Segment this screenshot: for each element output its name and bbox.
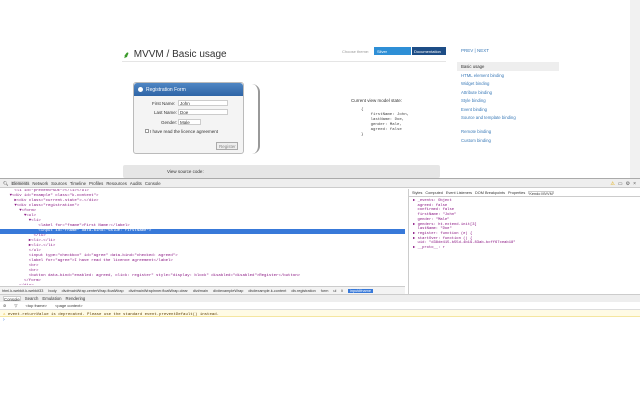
sidebar-tab[interactable]: Kendo MVVM: [528, 191, 554, 196]
sidebar-item[interactable]: Basic usage: [457, 62, 559, 71]
clear-icon[interactable]: ⊘: [3, 303, 6, 308]
next-link[interactable]: NEXT: [477, 48, 489, 53]
tab-sources[interactable]: Sources: [51, 181, 67, 186]
breadcrumb-item[interactable]: li: [341, 289, 343, 293]
search-icon[interactable]: 🔍︎: [3, 181, 8, 186]
state-label: Current view model state:: [351, 98, 403, 103]
nav-separator: |: [474, 48, 476, 53]
register-button[interactable]: Register: [216, 142, 238, 150]
agree-label: I have read the licence agreement: [150, 129, 219, 134]
breadcrumb-item[interactable]: div#exampleWrap: [213, 289, 243, 293]
console-warning: ⚠ event.returnValue is deprecated. Pleas…: [0, 310, 640, 317]
dom-node[interactable]: </div>: [0, 284, 405, 285]
breadcrumb-item[interactable]: body: [48, 289, 56, 293]
devtools-toolbar-icons: ⚠ ▭ ⚙ ×: [610, 181, 636, 187]
tab-network[interactable]: Network: [32, 181, 48, 186]
breadcrumb-item[interactable]: input#fname: [348, 288, 373, 293]
form-header: Registration Form: [134, 83, 243, 96]
page-scrollbar[interactable]: [630, 0, 640, 178]
gender-select[interactable]: Male: [178, 119, 201, 125]
devtools-tabs: 🔍︎ Elements Network Sources Timeline Profiles…: [0, 179, 640, 188]
view-source-bar[interactable]: View source code:: [123, 165, 440, 178]
filter-icon[interactable]: ▽: [14, 303, 17, 308]
drawer-tab-search[interactable]: Search: [25, 296, 39, 301]
sidebar-item[interactable]: Remote binding: [457, 127, 559, 136]
page-title-text: MVVM / Basic usage: [133, 49, 227, 60]
console-toolbar: ⊘ ▽ <top frame> <page context>: [0, 302, 640, 310]
devtools: 🔍︎ Elements Network Sources Timeline Profiles…: [0, 178, 640, 400]
sidebar-tab[interactable]: Styles: [412, 191, 422, 195]
breadcrumb: html.k-webkit.k-webkit33 body div#mainWrap…: [0, 286, 405, 294]
tab-console[interactable]: Console: [145, 181, 161, 186]
gender-label: Gender:: [161, 120, 178, 125]
sidebar-tab[interactable]: Computed: [425, 191, 443, 195]
theme-label: Choose theme:: [342, 49, 370, 54]
tab-resources[interactable]: Resources: [106, 181, 127, 186]
breadcrumb-item[interactable]: ul: [333, 289, 336, 293]
elements-tree: <li id="preventPSDE"></li></ul> ▼<div id…: [0, 189, 405, 285]
warning-icon[interactable]: ⚠: [610, 181, 614, 187]
form-icon: [138, 87, 143, 92]
drawer-tab-console[interactable]: Console: [3, 296, 21, 302]
breadcrumb-item[interactable]: div.registration: [291, 289, 315, 293]
sidebar-item[interactable]: Style binding: [457, 96, 559, 105]
sidebar-item[interactable]: Source and template binding: [457, 113, 559, 127]
prev-link[interactable]: PREV: [461, 48, 473, 53]
drawer-tabs: Console Search Emulation Rendering: [0, 294, 640, 302]
frame-select[interactable]: <top frame>: [25, 303, 47, 308]
breadcrumb-item[interactable]: html.k-webkit.k-webkit33: [2, 289, 43, 293]
state-view: { firstName: John, lastName: Doe, gender…: [361, 108, 410, 137]
warning-text: event.returnValue is deprecated. Please …: [7, 313, 220, 317]
tab-profiles[interactable]: Profiles: [89, 181, 103, 186]
console-prompt[interactable]: ›: [3, 317, 5, 323]
web-page: ⸙ MVVM / Basic usage Choose theme: Silver…: [0, 0, 640, 178]
context-select[interactable]: <page context>: [55, 303, 175, 308]
first-name-input[interactable]: John: [178, 100, 228, 106]
breadcrumb-item[interactable]: div#example.k-content: [248, 289, 286, 293]
breadcrumb-item[interactable]: div#mainWrapInner.floatWrap.clear: [129, 289, 188, 293]
last-name-label: Last Name:: [154, 110, 178, 115]
sidebar-item[interactable]: HTML element binding: [457, 71, 559, 80]
kendo-mvvm-properties: ▶ _events: Object agreed: false confirme…: [413, 199, 516, 251]
sidebar-pane: Styles Computed Event Listeners DOM Breakpo…: [408, 189, 640, 294]
breadcrumb-item[interactable]: div#main: [193, 289, 208, 293]
drawer-tab-emulation[interactable]: Emulation: [42, 296, 61, 301]
breadcrumb-item[interactable]: div#mainWrap.centerWrap.floatWrap: [62, 289, 124, 293]
agree-checkbox[interactable]: [145, 129, 149, 133]
divider: [122, 61, 446, 62]
breadcrumb-item[interactable]: form: [321, 289, 329, 293]
tab-audits[interactable]: Audits: [130, 181, 142, 186]
sidebar-item[interactable]: Event binding: [457, 105, 559, 114]
documentation-button[interactable]: Documentation: [412, 47, 446, 55]
theme-select[interactable]: Silver: [374, 47, 411, 55]
page-title: ⸙ MVVM / Basic usage: [123, 48, 227, 61]
close-icon[interactable]: ×: [633, 181, 636, 187]
settings-icon[interactable]: ⚙: [626, 181, 630, 187]
brace-divider: [250, 84, 260, 154]
sidebar-tab[interactable]: DOM Breakpoints: [475, 191, 505, 195]
kendo-logo-icon: ⸙: [123, 50, 130, 60]
examples-sidebar: Basic usage HTML element binding Widget bi…: [457, 62, 559, 144]
dock-icon[interactable]: ▭: [618, 181, 623, 187]
tab-timeline[interactable]: Timeline: [70, 181, 86, 186]
prev-next-nav: PREV | NEXT: [461, 48, 489, 53]
sidebar-tab[interactable]: Properties: [508, 191, 525, 195]
tab-elements[interactable]: Elements: [11, 181, 30, 186]
sidebar-item[interactable]: Custom binding: [457, 136, 559, 145]
sidebar-item[interactable]: Attribute binding: [457, 88, 559, 97]
sidebar-tab[interactable]: Event Listeners: [446, 191, 472, 195]
form-title: Registration Form: [146, 86, 186, 93]
drawer-tab-rendering[interactable]: Rendering: [66, 296, 86, 301]
sidebar-tabs: Styles Computed Event Listeners DOM Breakpo…: [409, 189, 640, 197]
sidebar-item[interactable]: Widget binding: [457, 79, 559, 88]
last-name-input[interactable]: Doe: [178, 109, 228, 115]
first-name-label: First Name:: [152, 101, 176, 106]
